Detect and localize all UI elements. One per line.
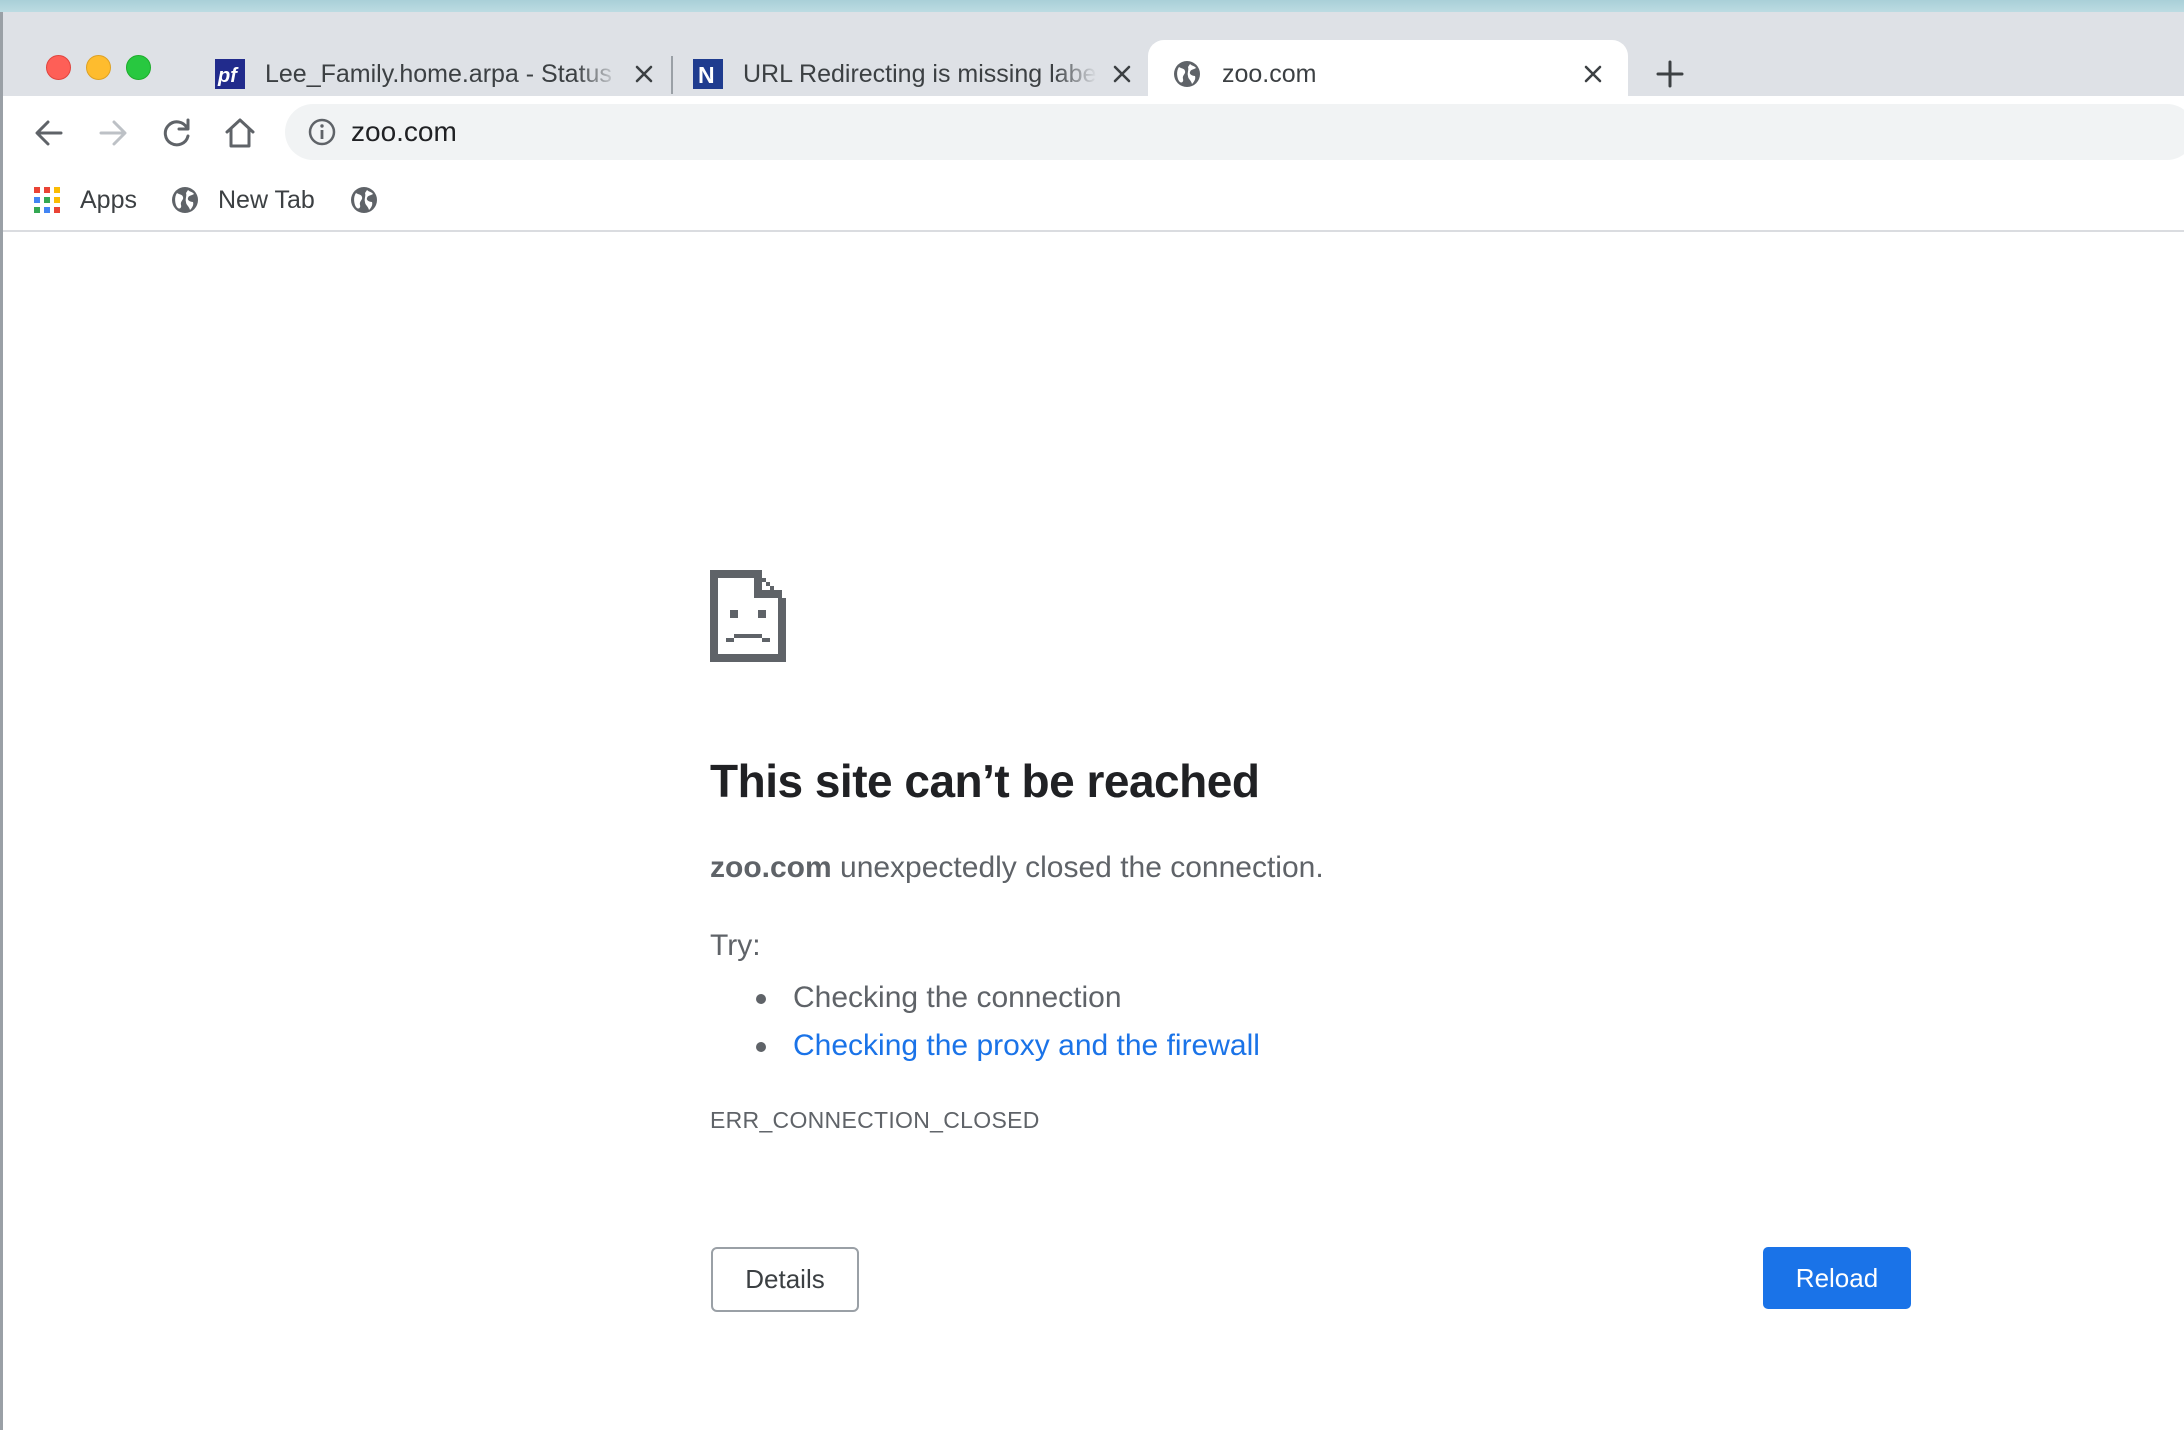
globe-icon bbox=[172, 187, 198, 213]
info-icon[interactable] bbox=[307, 117, 337, 147]
bookmark-label: Apps bbox=[80, 185, 137, 214]
pfsense-icon: pf bbox=[215, 59, 245, 89]
suggestion-check-proxy-firewall-link[interactable]: Checking the proxy and the firewall bbox=[710, 1022, 1260, 1070]
suggestion-list: Checking the connection Checking the pro… bbox=[710, 974, 1260, 1070]
details-button[interactable]: Details bbox=[711, 1247, 859, 1312]
tab-title: zoo.com bbox=[1222, 59, 1317, 88]
bookmark-new-tab[interactable]: New Tab bbox=[170, 180, 315, 220]
suggestion-check-connection: Checking the connection bbox=[710, 974, 1260, 1022]
tab-strip: pf Lee_Family.home.arpa - Status N URL R… bbox=[3, 12, 2184, 108]
tab-title: Lee_Family.home.arpa - Status bbox=[265, 59, 612, 88]
address-bar[interactable]: zoo.com bbox=[285, 104, 2184, 160]
desktop-background bbox=[0, 0, 2184, 12]
try-label: Try: bbox=[710, 929, 761, 962]
bookmarks-bar: Apps New Tab bbox=[3, 168, 2184, 232]
forward-arrow-icon[interactable] bbox=[94, 114, 132, 152]
back-arrow-icon[interactable] bbox=[30, 114, 68, 152]
tab-separator bbox=[671, 56, 673, 94]
bookmark-untitled[interactable] bbox=[349, 180, 397, 220]
error-code: ERR_CONNECTION_CLOSED bbox=[710, 1107, 1040, 1133]
apps-grid-icon bbox=[34, 187, 60, 213]
home-icon[interactable] bbox=[221, 114, 259, 152]
close-tab-icon[interactable] bbox=[1111, 63, 1133, 85]
bullet bbox=[756, 994, 766, 1004]
url-text[interactable]: zoo.com bbox=[351, 117, 457, 147]
n-brand-icon: N bbox=[693, 59, 723, 89]
error-host: zoo.com bbox=[710, 851, 832, 884]
minimize-window-button[interactable] bbox=[86, 55, 111, 80]
tab-title: URL Redirecting is missing labels bbox=[743, 59, 1097, 88]
bookmark-apps[interactable]: Apps bbox=[32, 180, 137, 220]
globe-icon bbox=[1174, 61, 1200, 87]
close-tab-icon[interactable] bbox=[633, 63, 655, 85]
error-headline: This site can’t be reached bbox=[710, 755, 1260, 807]
browser-window: pf Lee_Family.home.arpa - Status N URL R… bbox=[0, 0, 2184, 1430]
reload-icon[interactable] bbox=[158, 114, 196, 152]
suggestion-text: Checking the connection bbox=[793, 981, 1122, 1014]
globe-icon bbox=[351, 187, 377, 213]
error-summary: zoo.com unexpectedly closed the connecti… bbox=[710, 851, 1324, 885]
close-window-button[interactable] bbox=[46, 55, 71, 80]
suggestion-link-text[interactable]: Checking the proxy and the firewall bbox=[793, 1029, 1260, 1062]
error-summary-text: unexpectedly closed the connection. bbox=[831, 851, 1324, 884]
zoom-window-button[interactable] bbox=[126, 55, 151, 80]
new-tab-plus-icon[interactable] bbox=[1653, 57, 1687, 91]
bullet bbox=[756, 1042, 766, 1052]
sad-page-icon bbox=[710, 570, 786, 662]
toolbar: zoo.com bbox=[3, 96, 2184, 168]
bookmark-label: New Tab bbox=[218, 185, 315, 214]
close-tab-icon[interactable] bbox=[1582, 63, 1604, 85]
reload-button[interactable]: Reload bbox=[1763, 1247, 1911, 1309]
page-content: This site can’t be reached zoo.com unexp… bbox=[3, 234, 2184, 1430]
svg-text:pf: pf bbox=[217, 65, 239, 87]
